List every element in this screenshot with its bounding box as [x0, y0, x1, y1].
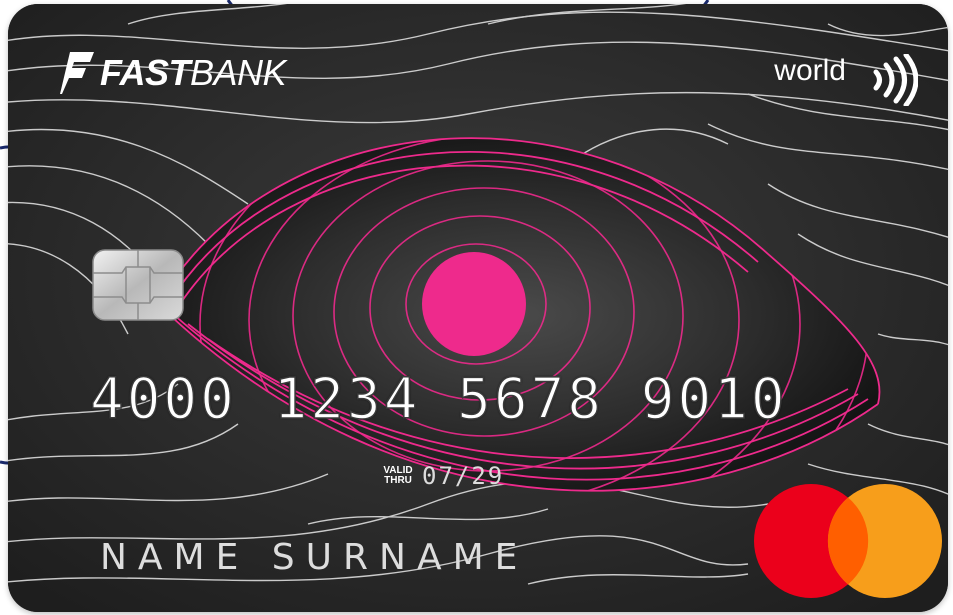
card-tier: world — [774, 54, 846, 87]
valid-label-line2: THRU — [384, 475, 412, 486]
bank-card: FASTBANK world 4000 1234 5678 9010 VALID… — [8, 4, 948, 612]
contactless-icon — [873, 54, 918, 106]
valid-thru-label: VALID THRU — [382, 465, 414, 487]
fastbank-logo-mark-icon — [60, 52, 94, 94]
expiry-block: VALID THRU 07/29 — [382, 464, 504, 488]
mastercard-logo — [754, 484, 942, 598]
expiry-date: 07/29 — [422, 462, 505, 490]
issuer-name-bold: FAST — [100, 52, 191, 93]
issuer-logo: FASTBANK — [60, 50, 287, 96]
emv-chip-icon — [92, 249, 184, 321]
issuer-name-light: BANK — [190, 52, 287, 93]
cardholder-name: NAME SURNAME — [100, 537, 529, 578]
card-number: 4000 1234 5678 9010 — [89, 367, 788, 432]
issuer-name: FASTBANK — [100, 52, 287, 93]
